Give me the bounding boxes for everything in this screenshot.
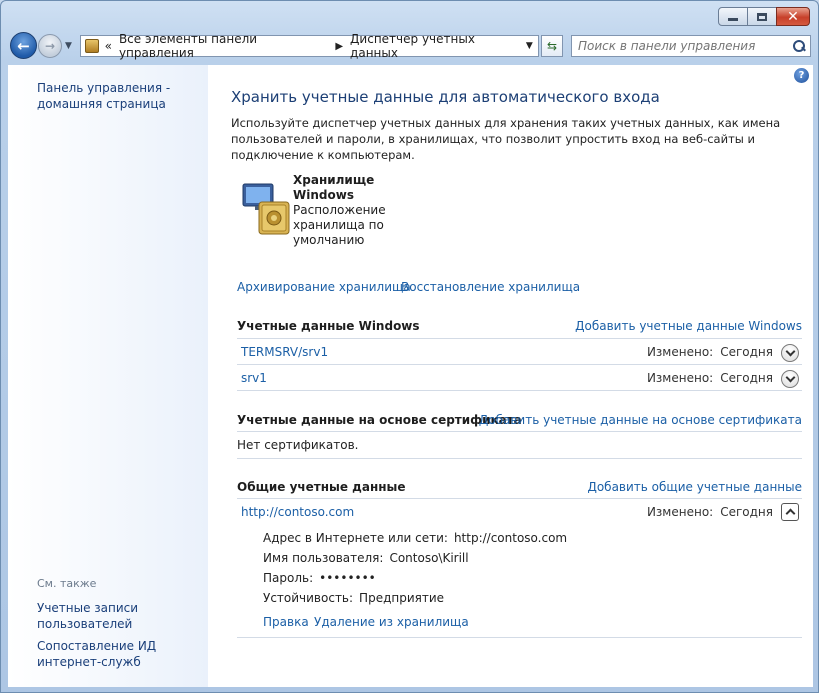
- window-frame: ✕ ← → ▼ « Все элементы панели управления…: [0, 0, 819, 693]
- persistence-label: Устойчивость:: [263, 591, 354, 605]
- credential-modified: Изменено: Сегодня: [647, 505, 773, 519]
- divider: [237, 390, 802, 391]
- edit-credential-link[interactable]: Правка: [263, 615, 309, 629]
- username-value: Contoso\Kirill: [389, 551, 469, 565]
- address-value: http://contoso.com: [453, 531, 568, 545]
- chevron-down-icon: ▼: [65, 41, 72, 51]
- detail-password: Пароль: ••••••••: [263, 571, 376, 585]
- close-button[interactable]: ✕: [776, 7, 810, 26]
- divider: [237, 364, 802, 365]
- add-windows-credential-link[interactable]: Добавить учетные данные Windows: [575, 319, 802, 333]
- vault-icon: [242, 183, 290, 235]
- arrow-left-icon: ←: [17, 36, 30, 55]
- divider: [237, 458, 802, 459]
- breadcrumb-overflow[interactable]: «: [105, 39, 112, 53]
- modified-value: Сегодня: [720, 371, 773, 385]
- back-button[interactable]: ←: [10, 32, 37, 59]
- username-label: Имя пользователя:: [263, 551, 384, 565]
- search-icon[interactable]: [793, 40, 805, 52]
- modified-label: Изменено:: [646, 371, 714, 385]
- address-bar[interactable]: « Все элементы панели управления ▶ Диспе…: [80, 32, 539, 60]
- modified-value: Сегодня: [720, 505, 773, 519]
- modified-label: Изменено:: [646, 345, 714, 359]
- credential-modified: Изменено: Сегодня: [647, 371, 773, 385]
- vault-location: Расположение хранилища по умолчанию: [293, 203, 386, 247]
- search-box[interactable]: [571, 35, 811, 57]
- sidebar-link-home[interactable]: Панель управления - домашняя страница: [37, 80, 197, 112]
- add-certificate-credential-link[interactable]: Добавить учетные данные на основе сертиф…: [479, 413, 802, 427]
- detail-persistence: Устойчивость: Предприятие: [263, 591, 444, 605]
- detail-address: Адрес в Интернете или сети: http://contos…: [263, 531, 567, 545]
- add-generic-credential-link[interactable]: Добавить общие учетные данные: [587, 480, 802, 494]
- recent-pages-dropdown[interactable]: ▼: [65, 41, 75, 51]
- minimize-button[interactable]: [718, 7, 748, 26]
- divider: [237, 431, 802, 432]
- breadcrumb-item-all-items[interactable]: Все элементы панели управления: [119, 32, 328, 60]
- maximize-button[interactable]: [748, 7, 776, 26]
- generic-credentials-heading: Общие учетные данные: [237, 480, 406, 494]
- refresh-icon: ⇆: [546, 39, 558, 53]
- address-dropdown-icon[interactable]: ▼: [521, 41, 538, 51]
- address-label: Адрес в Интернете или сети:: [263, 531, 448, 545]
- vault-info: Хранилище Windows Расположение хранилища…: [293, 173, 393, 248]
- search-input[interactable]: [578, 39, 778, 53]
- control-panel-icon: [85, 39, 99, 53]
- breadcrumb-item-credential-manager[interactable]: Диспетчер учетных данных: [350, 32, 521, 60]
- forward-button[interactable]: →: [38, 34, 62, 58]
- arrow-right-icon: →: [44, 39, 56, 53]
- close-icon: ✕: [787, 8, 799, 25]
- minimize-icon: [728, 18, 738, 21]
- divider: [237, 338, 802, 339]
- collapse-credential-button[interactable]: [781, 503, 799, 521]
- expand-credential-button[interactable]: [781, 370, 799, 388]
- divider: [237, 498, 802, 499]
- expand-credential-button[interactable]: [781, 344, 799, 362]
- sidebar: Панель управления - домашняя страница См…: [8, 65, 208, 687]
- no-certificates-text: Нет сертификатов.: [237, 438, 359, 452]
- restore-vault-link[interactable]: Восстановление хранилища: [401, 280, 580, 294]
- see-also-heading: См. также: [37, 577, 97, 590]
- main-content: ? Хранить учетные данные для автоматичес…: [208, 65, 813, 687]
- vault-name: Хранилище Windows: [293, 173, 375, 202]
- page-title: Хранить учетные данные для автоматическо…: [231, 88, 660, 106]
- credential-termsrv-srv1[interactable]: TERMSRV/srv1: [241, 345, 328, 359]
- backup-vault-link[interactable]: Архивирование хранилища: [237, 280, 411, 294]
- maximize-icon: [757, 12, 767, 21]
- refresh-button[interactable]: ⇆: [541, 35, 563, 57]
- help-icon[interactable]: ?: [794, 68, 809, 83]
- divider: [237, 637, 802, 638]
- windows-credentials-heading: Учетные данные Windows: [237, 319, 420, 333]
- page-description: Используйте диспетчер учетных данных для…: [231, 116, 781, 162]
- window-controls: ✕: [718, 7, 810, 26]
- persistence-value: Предприятие: [359, 591, 445, 605]
- password-label: Пароль:: [263, 571, 314, 585]
- credential-modified: Изменено: Сегодня: [647, 345, 773, 359]
- detail-username: Имя пользователя: Contoso\Kirill: [263, 551, 469, 565]
- breadcrumb-separator-icon[interactable]: ▶: [335, 41, 343, 52]
- password-value: ••••••••: [319, 571, 376, 585]
- sidebar-link-online-id[interactable]: Сопоставление ИД интернет-служб: [37, 638, 197, 670]
- remove-credential-link[interactable]: Удаление из хранилища: [314, 615, 469, 629]
- credential-srv1[interactable]: srv1: [241, 371, 267, 385]
- modified-label: Изменено:: [646, 505, 714, 519]
- modified-value: Сегодня: [720, 345, 773, 359]
- sidebar-link-user-accounts[interactable]: Учетные записи пользователей: [37, 600, 197, 632]
- credential-contoso[interactable]: http://contoso.com: [241, 505, 354, 519]
